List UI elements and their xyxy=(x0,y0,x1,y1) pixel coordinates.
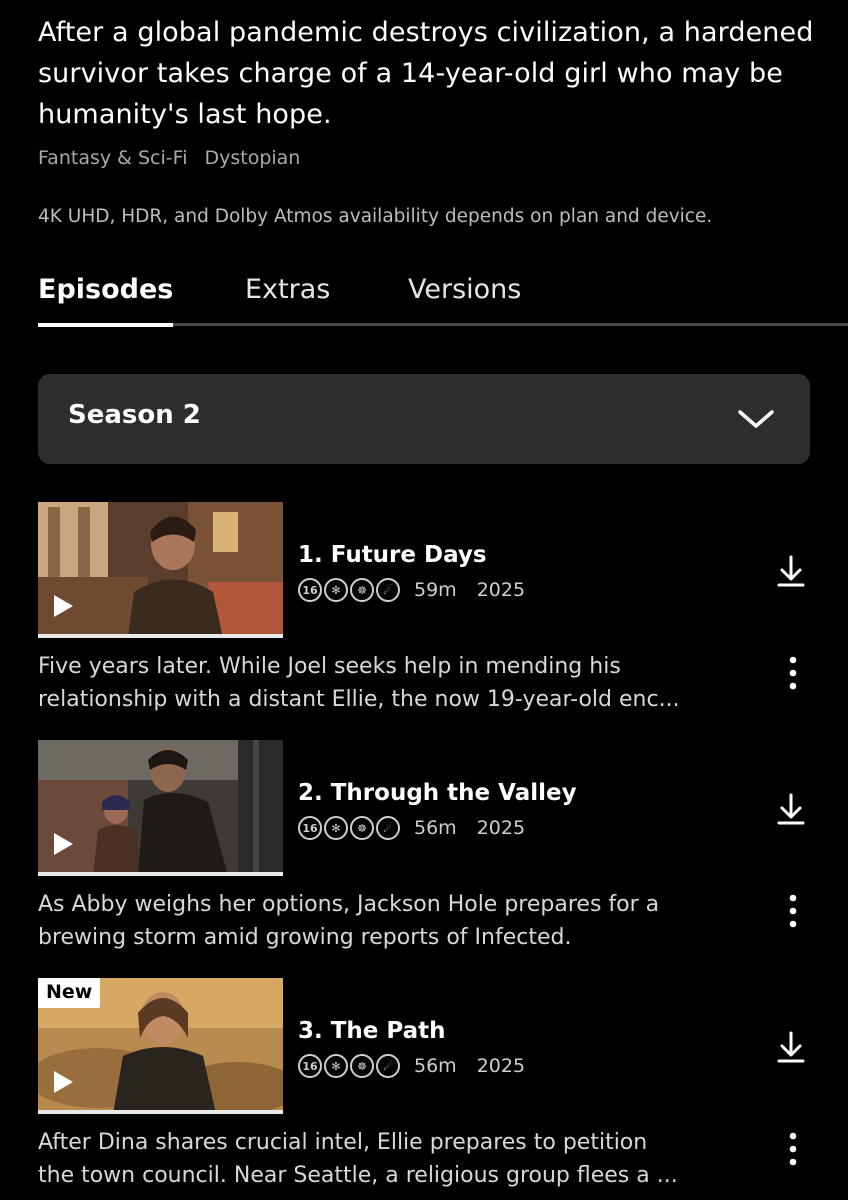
episode-description: Five years later. While Joel seeks help … xyxy=(38,650,728,716)
episode-description-line: brewing storm amid growing reports of In… xyxy=(38,925,572,950)
more-options-icon[interactable] xyxy=(788,656,798,690)
genre-tag[interactable]: Fantasy & Sci-Fi xyxy=(38,147,187,169)
violence-descriptor-icon: ✻ xyxy=(324,816,348,840)
download-icon[interactable] xyxy=(776,792,806,826)
episode-description-line: relationship with a distant Ellie, the n… xyxy=(38,687,680,712)
episode-meta: 16 ✻ ☸ ☄ 56m 2025 xyxy=(298,816,525,840)
fear-descriptor-icon: ☸ xyxy=(350,1054,374,1078)
episode-description: As Abby weighs her options, Jackson Hole… xyxy=(38,888,728,954)
episode-item: 2. Through the Valley 16 ✻ ☸ ☄ 56m 2025 … xyxy=(38,740,828,960)
episode-meta: 16 ✻ ☸ ☄ 59m 2025 xyxy=(298,578,525,602)
availability-notice: 4K UHD, HDR, and Dolby Atmos availabilit… xyxy=(38,206,713,227)
tab-extras[interactable]: Extras xyxy=(245,274,330,305)
content-rating: 16 ✻ ☸ ☄ xyxy=(298,578,400,602)
tab-label: Extras xyxy=(245,274,331,305)
episode-year: 2025 xyxy=(476,1055,526,1077)
more-options-icon[interactable] xyxy=(788,894,798,928)
tab-episodes[interactable]: Episodes xyxy=(38,274,174,327)
content-rating: 16 ✻ ☸ ☄ xyxy=(298,1054,400,1078)
episode-thumbnail[interactable] xyxy=(38,502,283,638)
play-icon xyxy=(54,833,73,855)
episode-duration: 56m xyxy=(414,1055,457,1077)
language-descriptor-icon: ☄ xyxy=(376,1054,400,1078)
episode-title[interactable]: 3. The Path xyxy=(298,1018,446,1044)
episode-description: After Dina shares crucial intel, Ellie p… xyxy=(38,1126,728,1192)
episode-duration: 59m xyxy=(414,579,457,601)
episode-item: 1. Future Days 16 ✻ ☸ ☄ 59m 2025 Five ye… xyxy=(38,502,828,722)
episode-year: 2025 xyxy=(476,579,526,601)
age-rating-badge: 16 xyxy=(298,578,322,602)
tab-label: Versions xyxy=(408,274,522,305)
tab-versions[interactable]: Versions xyxy=(408,274,521,305)
fear-descriptor-icon: ☸ xyxy=(350,578,374,602)
episode-description-line: After Dina shares crucial intel, Ellie p… xyxy=(38,1130,648,1155)
violence-descriptor-icon: ✻ xyxy=(324,1054,348,1078)
episode-duration: 56m xyxy=(414,817,457,839)
episode-still-image xyxy=(38,502,283,638)
season-dropdown-label: Season 2 xyxy=(68,400,201,430)
language-descriptor-icon: ☄ xyxy=(376,816,400,840)
genre-list: Fantasy & Sci-Fi Dystopian xyxy=(38,147,300,169)
episode-year: 2025 xyxy=(476,817,526,839)
play-icon xyxy=(54,1071,73,1093)
episode-title[interactable]: 1. Future Days xyxy=(298,542,487,568)
progress-bar xyxy=(38,634,283,638)
chevron-down-icon xyxy=(738,410,774,428)
new-badge: New xyxy=(38,978,101,1008)
episode-thumbnail[interactable] xyxy=(38,740,283,876)
download-icon[interactable] xyxy=(776,554,806,588)
season-dropdown[interactable]: Season 2 xyxy=(38,374,810,464)
play-icon xyxy=(54,595,73,617)
tab-bar: Episodes Extras Versions xyxy=(38,270,848,328)
genre-tag[interactable]: Dystopian xyxy=(204,147,300,169)
language-descriptor-icon: ☄ xyxy=(376,578,400,602)
episode-description-line: As Abby weighs her options, Jackson Hole… xyxy=(38,892,660,917)
fear-descriptor-icon: ☸ xyxy=(350,816,374,840)
episode-title[interactable]: 2. Through the Valley xyxy=(298,780,577,806)
episode-meta: 16 ✻ ☸ ☄ 56m 2025 xyxy=(298,1054,525,1078)
progress-bar xyxy=(38,872,283,876)
tab-label: Episodes xyxy=(38,274,174,305)
violence-descriptor-icon: ✻ xyxy=(324,578,348,602)
age-rating-badge: 16 xyxy=(298,1054,322,1078)
more-options-icon[interactable] xyxy=(788,1132,798,1166)
content-rating: 16 ✻ ☸ ☄ xyxy=(298,816,400,840)
episode-still-image xyxy=(38,740,283,876)
episode-description-line: Five years later. While Joel seeks help … xyxy=(38,654,621,679)
episode-thumbnail[interactable]: New xyxy=(38,978,283,1114)
download-icon[interactable] xyxy=(776,1030,806,1064)
episode-description-line: the town council. Near Seattle, a religi… xyxy=(38,1163,678,1188)
age-rating-badge: 16 xyxy=(298,816,322,840)
progress-bar xyxy=(38,1110,283,1114)
active-tab-indicator xyxy=(38,323,174,327)
show-synopsis: After a global pandemic destroys civiliz… xyxy=(38,17,814,130)
episode-item: New 3. The Path 16 ✻ ☸ ☄ 56m 2025 After … xyxy=(38,978,828,1198)
